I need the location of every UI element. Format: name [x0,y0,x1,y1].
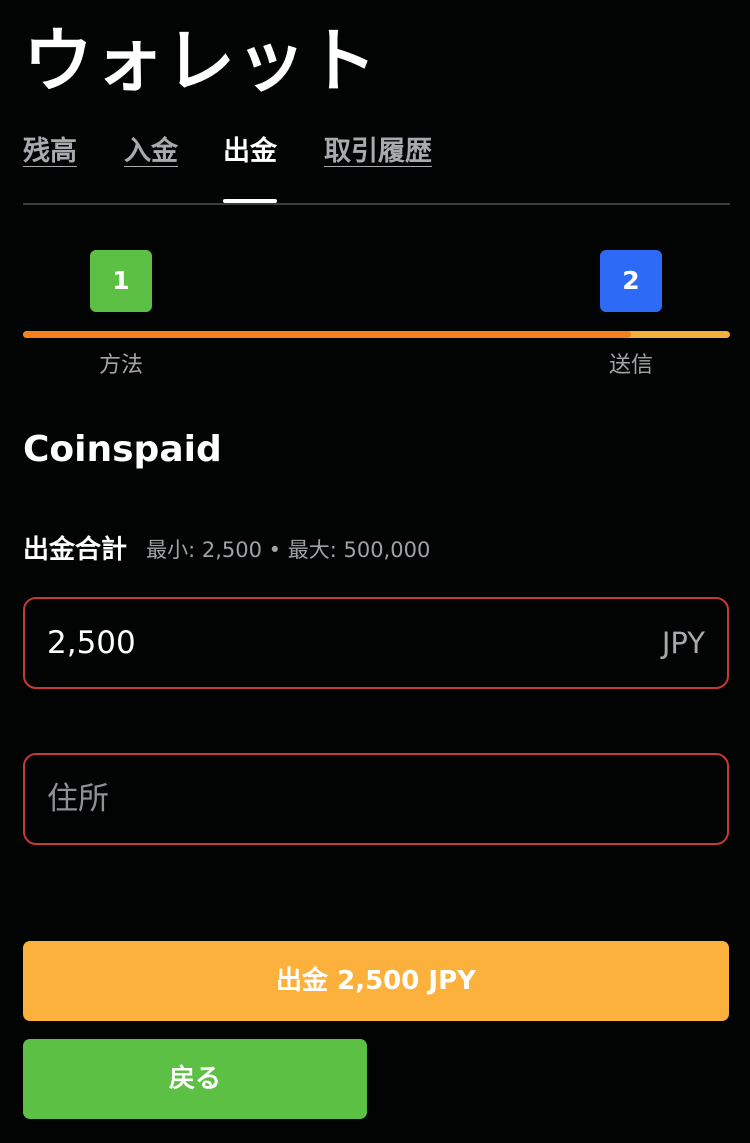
back-button[interactable]: 戻る [23,1039,367,1119]
amount-field: JPY [23,597,729,689]
step-2-label: 送信 [608,353,653,378]
tab-withdraw[interactable]: 出金 [223,128,277,176]
payment-method-title: Coinspaid [23,429,222,470]
step-progress-track [23,331,730,338]
step-2-badge: 2 [600,250,662,312]
withdraw-amount-header: 出金合計 最小: 2,500 • 最大: 500,000 [23,530,430,570]
step-1-label: 方法 [98,353,143,378]
withdraw-button[interactable]: 出金 2,500 JPY [23,941,729,1021]
address-field [23,753,729,845]
tab-deposit[interactable]: 入金 [124,128,178,176]
active-tab-indicator [223,199,277,203]
withdraw-stepper: 1 2 方法 送信 [23,250,730,390]
address-input[interactable] [47,755,607,843]
step-progress-fill [23,331,632,338]
tab-balance[interactable]: 残高 [23,128,77,176]
amount-input[interactable] [47,599,607,687]
withdraw-amount-label: 出金合計 [23,535,128,565]
page-title: ウォレット [23,20,378,102]
tab-transaction-history[interactable]: 取引履歴 [324,128,432,176]
withdraw-amount-limits: 最小: 2,500 • 最大: 500,000 [146,538,431,562]
step-1-badge[interactable]: 1 [90,250,152,312]
currency-suffix: JPY [661,626,705,660]
wallet-tabs: 残高 入金 出金 取引履歴 [23,128,730,205]
